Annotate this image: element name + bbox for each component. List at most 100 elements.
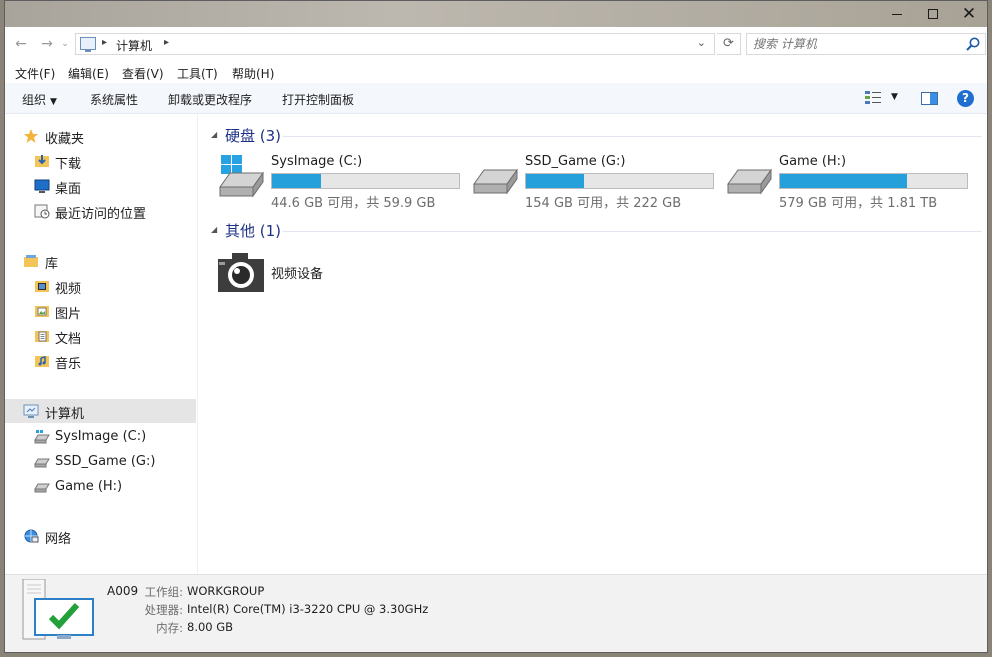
- drive-space-info: 154 GB 可用，共 222 GB: [525, 196, 682, 211]
- nav-item-drive-g[interactable]: SSD_Game (G:): [5, 450, 196, 474]
- nav-item-downloads[interactable]: 下载: [5, 149, 196, 173]
- menu-edit[interactable]: 编辑(E): [68, 65, 109, 82]
- open-control-panel-button[interactable]: 打开控制面板: [282, 91, 354, 108]
- nav-item-label: 最近访问的位置: [55, 207, 147, 222]
- cpu-label: 处理器:: [144, 603, 183, 617]
- minimize-icon: [892, 13, 902, 15]
- group-divider: [283, 136, 982, 137]
- drive-space-info: 44.6 GB 可用，共 59.9 GB: [271, 196, 436, 211]
- drive-usage-bar: [779, 173, 968, 189]
- chevron-down-icon[interactable]: ⌄: [697, 36, 706, 49]
- breadcrumb-computer[interactable]: 计算机: [116, 37, 152, 54]
- menu-bar: 文件(F) 编辑(E) 查看(V) 工具(T) 帮助(H): [5, 61, 987, 83]
- nav-item-label: 下载: [55, 157, 82, 172]
- nav-computer[interactable]: 计算机: [5, 399, 196, 423]
- ram-label: 内存:: [156, 621, 183, 635]
- ram-value: 8.00 GB: [187, 620, 234, 634]
- drive-usage-bar: [525, 173, 714, 189]
- search-icon[interactable]: [965, 36, 981, 52]
- uninstall-program-button[interactable]: 卸载或更改程序: [168, 91, 252, 108]
- nav-favorites[interactable]: 收藏夹: [5, 124, 196, 148]
- collapse-group-icon[interactable]: ◢: [211, 130, 217, 139]
- nav-item-documents[interactable]: 文档: [5, 324, 196, 348]
- close-button[interactable]: ✕: [951, 1, 987, 27]
- drive-tile-g[interactable]: SSD_Game (G:) 154 GB 可用，共 222 GB: [471, 154, 721, 211]
- preview-pane-icon[interactable]: [921, 92, 938, 105]
- change-view-icon[interactable]: [865, 91, 881, 105]
- nav-item-drive-c[interactable]: SysImage (C:): [5, 425, 196, 449]
- cpu-value: Intel(R) Core(TM) i3-3220 CPU @ 3.30GHz: [187, 602, 429, 616]
- search-input[interactable]: [753, 36, 953, 52]
- drive-name: SysImage (C:): [271, 154, 363, 169]
- computer-check-icon: [22, 579, 94, 640]
- menu-file[interactable]: 文件(F): [15, 65, 55, 82]
- organize-button[interactable]: 组织 ▼: [22, 91, 57, 108]
- help-icon[interactable]: ?: [957, 90, 974, 107]
- address-bar[interactable]: ▸ 计算机 ▸ ⌄: [75, 33, 715, 55]
- chevron-right-icon[interactable]: ▸: [102, 37, 107, 48]
- nav-item-label: 音乐: [55, 357, 82, 372]
- menu-help[interactable]: 帮助(H): [232, 65, 274, 82]
- recent-locations-button[interactable]: ⌄: [59, 34, 71, 54]
- nav-item-label: Game (H:): [55, 479, 123, 494]
- view-options-caret-icon[interactable]: ▼: [891, 92, 898, 102]
- search-box[interactable]: [746, 33, 986, 55]
- nav-item-music[interactable]: 音乐: [5, 349, 196, 373]
- computer-icon: [23, 404, 39, 418]
- videos-library-icon: [35, 281, 49, 292]
- drive-icon: [727, 168, 772, 195]
- nav-item-pictures[interactable]: 图片: [5, 299, 196, 323]
- forward-button[interactable]: →: [37, 34, 57, 54]
- camera-icon: [218, 253, 264, 292]
- nav-item-label: 图片: [55, 307, 82, 322]
- nav-item-desktop[interactable]: 桌面: [5, 174, 196, 198]
- nav-network[interactable]: 网络: [5, 524, 196, 548]
- back-button[interactable]: ←: [11, 34, 31, 54]
- refresh-button[interactable]: ⟳: [717, 33, 741, 55]
- video-device-tile[interactable]: 视频设备: [217, 250, 467, 298]
- command-bar: 组织 ▼ 系统属性 卸载或更改程序 打开控制面板 ▼ ?: [5, 83, 987, 114]
- details-pane: A009 工作组: WORKGROUP 处理器: Intel(R) Core(T…: [5, 574, 987, 652]
- maximize-button[interactable]: [915, 1, 951, 27]
- documents-library-icon: [35, 331, 49, 342]
- drive-space-info: 579 GB 可用，共 1.81 TB: [779, 196, 938, 211]
- system-drive-icon: [219, 155, 264, 198]
- drive-tile-h[interactable]: Game (H:) 579 GB 可用，共 1.81 TB: [725, 154, 975, 211]
- chevron-down-icon: ⌄: [61, 39, 69, 49]
- menu-tools[interactable]: 工具(T): [177, 65, 218, 82]
- caret-down-icon: ▼: [50, 97, 57, 107]
- chevron-right-icon[interactable]: ▸: [164, 37, 169, 48]
- library-icon: [24, 255, 38, 267]
- music-library-icon: [35, 356, 49, 367]
- nav-item-videos[interactable]: 视频: [5, 274, 196, 298]
- recent-places-icon: [34, 204, 50, 219]
- nav-libraries-label: 库: [45, 257, 59, 272]
- group-title: 硬盘 (3): [225, 127, 282, 145]
- minimize-button[interactable]: [879, 1, 915, 27]
- drive-icon: [473, 168, 518, 195]
- desktop-icon: [34, 179, 50, 193]
- system-properties-button[interactable]: 系统属性: [90, 91, 138, 108]
- arrow-right-icon: →: [41, 36, 53, 52]
- nav-item-label: 文档: [55, 332, 82, 347]
- network-icon: [24, 529, 39, 543]
- system-drive-icon: [34, 430, 50, 444]
- group-header-drives[interactable]: ◢ 硬盘 (3): [207, 124, 982, 148]
- drive-tile-c[interactable]: SysImage (C:) 44.6 GB 可用，共 59.9 GB: [217, 154, 467, 211]
- menu-view[interactable]: 查看(V): [122, 65, 164, 82]
- organize-label: 组织: [22, 93, 47, 107]
- nav-item-label: SysImage (C:): [55, 429, 147, 444]
- nav-network-label: 网络: [45, 532, 72, 547]
- drive-icon: [34, 458, 50, 468]
- nav-item-drive-h[interactable]: Game (H:): [5, 475, 196, 499]
- nav-item-label: 桌面: [55, 182, 82, 197]
- nav-item-label: SSD_Game (G:): [55, 454, 156, 469]
- nav-libraries[interactable]: 库: [5, 249, 196, 273]
- nav-item-recent-places[interactable]: 最近访问的位置: [5, 199, 196, 223]
- group-title: 其他 (1): [225, 222, 282, 240]
- group-header-other[interactable]: ◢ 其他 (1): [207, 219, 982, 243]
- navigation-pane: 收藏夹 下载 桌面 最近访问的位置 库 视频 图片 文档 音乐 计算机 SysI…: [5, 114, 198, 574]
- computer-icon: [80, 37, 96, 52]
- collapse-group-icon[interactable]: ◢: [211, 225, 217, 234]
- device-name: 视频设备: [271, 267, 324, 282]
